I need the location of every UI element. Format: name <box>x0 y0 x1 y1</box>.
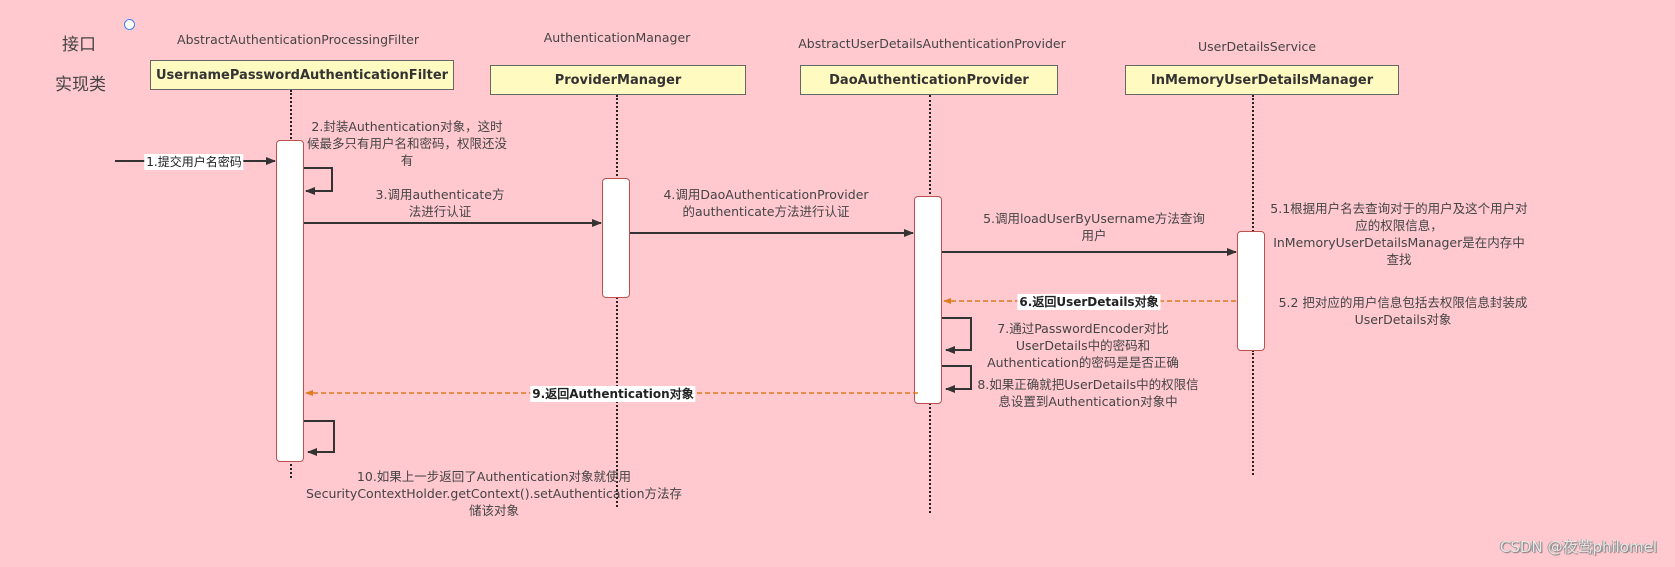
message-6-label: 6.返回UserDetails对象 <box>1017 294 1161 310</box>
arrow-10-self <box>304 420 335 456</box>
arrow-2-self <box>304 167 333 195</box>
message-10-label: 10.如果上一步返回了Authentication对象就使用SecurityCo… <box>306 469 682 518</box>
message-5-1-label: 5.1根据用户名去查询对于的用户及这个用户对应的权限信息，InMemoryUse… <box>1270 201 1528 267</box>
watermark: CSDN @夜莺philomel <box>1499 538 1657 556</box>
arrow-7-self <box>942 317 972 354</box>
message-9-label: 9.返回Authentication对象 <box>530 386 696 402</box>
message-1-label: 1.提交用户名密码 <box>144 154 244 170</box>
message-3-label: 3.调用authenticate方法进行认证 <box>375 187 505 219</box>
message-7-label: 7.通过PasswordEncoder对比UserDetails中的密码和Aut… <box>987 321 1179 370</box>
arrows-layer <box>115 157 1237 456</box>
arrow-8-self <box>942 365 972 393</box>
message-8-label: 8.如果正确就把UserDetails中的权限信息设置到Authenticati… <box>977 377 1199 409</box>
message-4-label: 4.调用DaoAuthenticationProvider的authentica… <box>663 187 869 219</box>
message-5-label: 5.调用loadUserByUsername方法查询用户 <box>983 211 1205 243</box>
message-5-2-label: 5.2 把对应的用户信息包括去权限信息封装成UserDetails对象 <box>1278 295 1528 327</box>
message-2-label: 2.封装Authentication对象，这时候最多只有用户名和密码，权限还没有 <box>307 119 508 168</box>
